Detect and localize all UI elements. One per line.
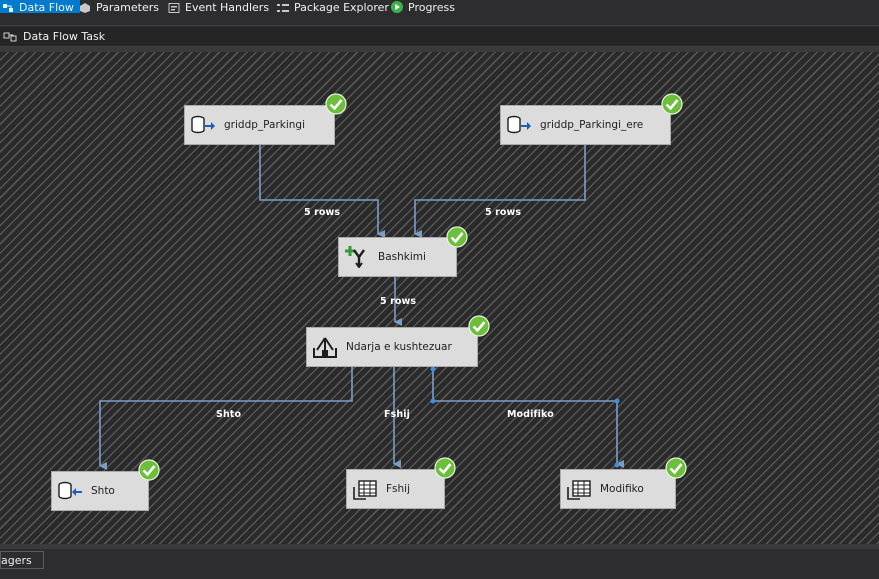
data-flow-task-selector[interactable]: Data Flow Task xyxy=(0,27,879,47)
event-handlers-icon xyxy=(168,3,180,13)
component-destination-shto[interactable]: Shto xyxy=(51,471,149,511)
data-flow-task-icon xyxy=(3,31,17,43)
component-union-all-bashkimi[interactable]: Bashkimi xyxy=(338,237,457,277)
package-explorer-icon xyxy=(277,3,289,13)
ole-db-source-icon xyxy=(506,114,532,136)
component-command-modifiko[interactable]: Modifiko xyxy=(560,469,676,509)
task-selector-label: Data Flow Task xyxy=(23,30,106,43)
tab-event-handlers[interactable]: Event Handlers xyxy=(168,0,269,13)
progress-play-icon xyxy=(391,1,403,13)
conditional-split-icon xyxy=(312,336,338,358)
tab-package-explorer[interactable]: Package Explorer xyxy=(277,0,389,13)
component-source-griddp-parkingi-ere[interactable]: griddp_Parkingi_ere xyxy=(500,105,671,145)
tab-bar-border xyxy=(0,25,879,26)
data-flow-icon xyxy=(2,3,14,13)
component-source-griddp-parkingi[interactable]: griddp_Parkingi xyxy=(184,105,335,145)
success-check-icon xyxy=(468,315,490,337)
connection-managers-panel: agers xyxy=(0,544,879,579)
success-check-icon xyxy=(325,93,347,115)
success-check-icon xyxy=(434,457,456,479)
ole-db-source-icon xyxy=(190,114,216,136)
success-check-icon xyxy=(446,226,468,248)
designer-tab-bar: Data Flow Parameters Event Handlers Pack… xyxy=(0,0,879,14)
path-label-source2-rows: 5 rows xyxy=(485,207,522,218)
path-label-source1-rows: 5 rows xyxy=(304,207,341,218)
success-check-icon xyxy=(138,459,160,481)
success-check-icon xyxy=(665,457,687,479)
tab-connection-managers[interactable]: agers xyxy=(0,551,44,569)
tab-data-flow[interactable]: Data Flow xyxy=(0,0,80,14)
parameters-icon xyxy=(79,3,91,13)
path-label-union-rows: 5 rows xyxy=(380,296,417,307)
component-conditional-split[interactable]: Ndarja e kushtezuar xyxy=(306,327,478,367)
union-all-icon xyxy=(344,246,370,269)
ole-db-command-icon xyxy=(352,478,378,500)
success-check-icon xyxy=(661,93,683,115)
ole-db-command-icon xyxy=(566,478,592,500)
path-label-fshij: Fshij xyxy=(384,409,410,420)
tab-parameters[interactable]: Parameters xyxy=(79,0,159,13)
path-label-shto: Shto xyxy=(216,409,242,420)
component-command-fshij[interactable]: Fshij xyxy=(346,469,445,509)
tab-progress[interactable]: Progress xyxy=(391,0,455,13)
path-label-modifiko: Modifiko xyxy=(507,409,554,420)
panel-splitter[interactable] xyxy=(0,544,879,549)
ole-db-destination-icon xyxy=(57,480,83,502)
